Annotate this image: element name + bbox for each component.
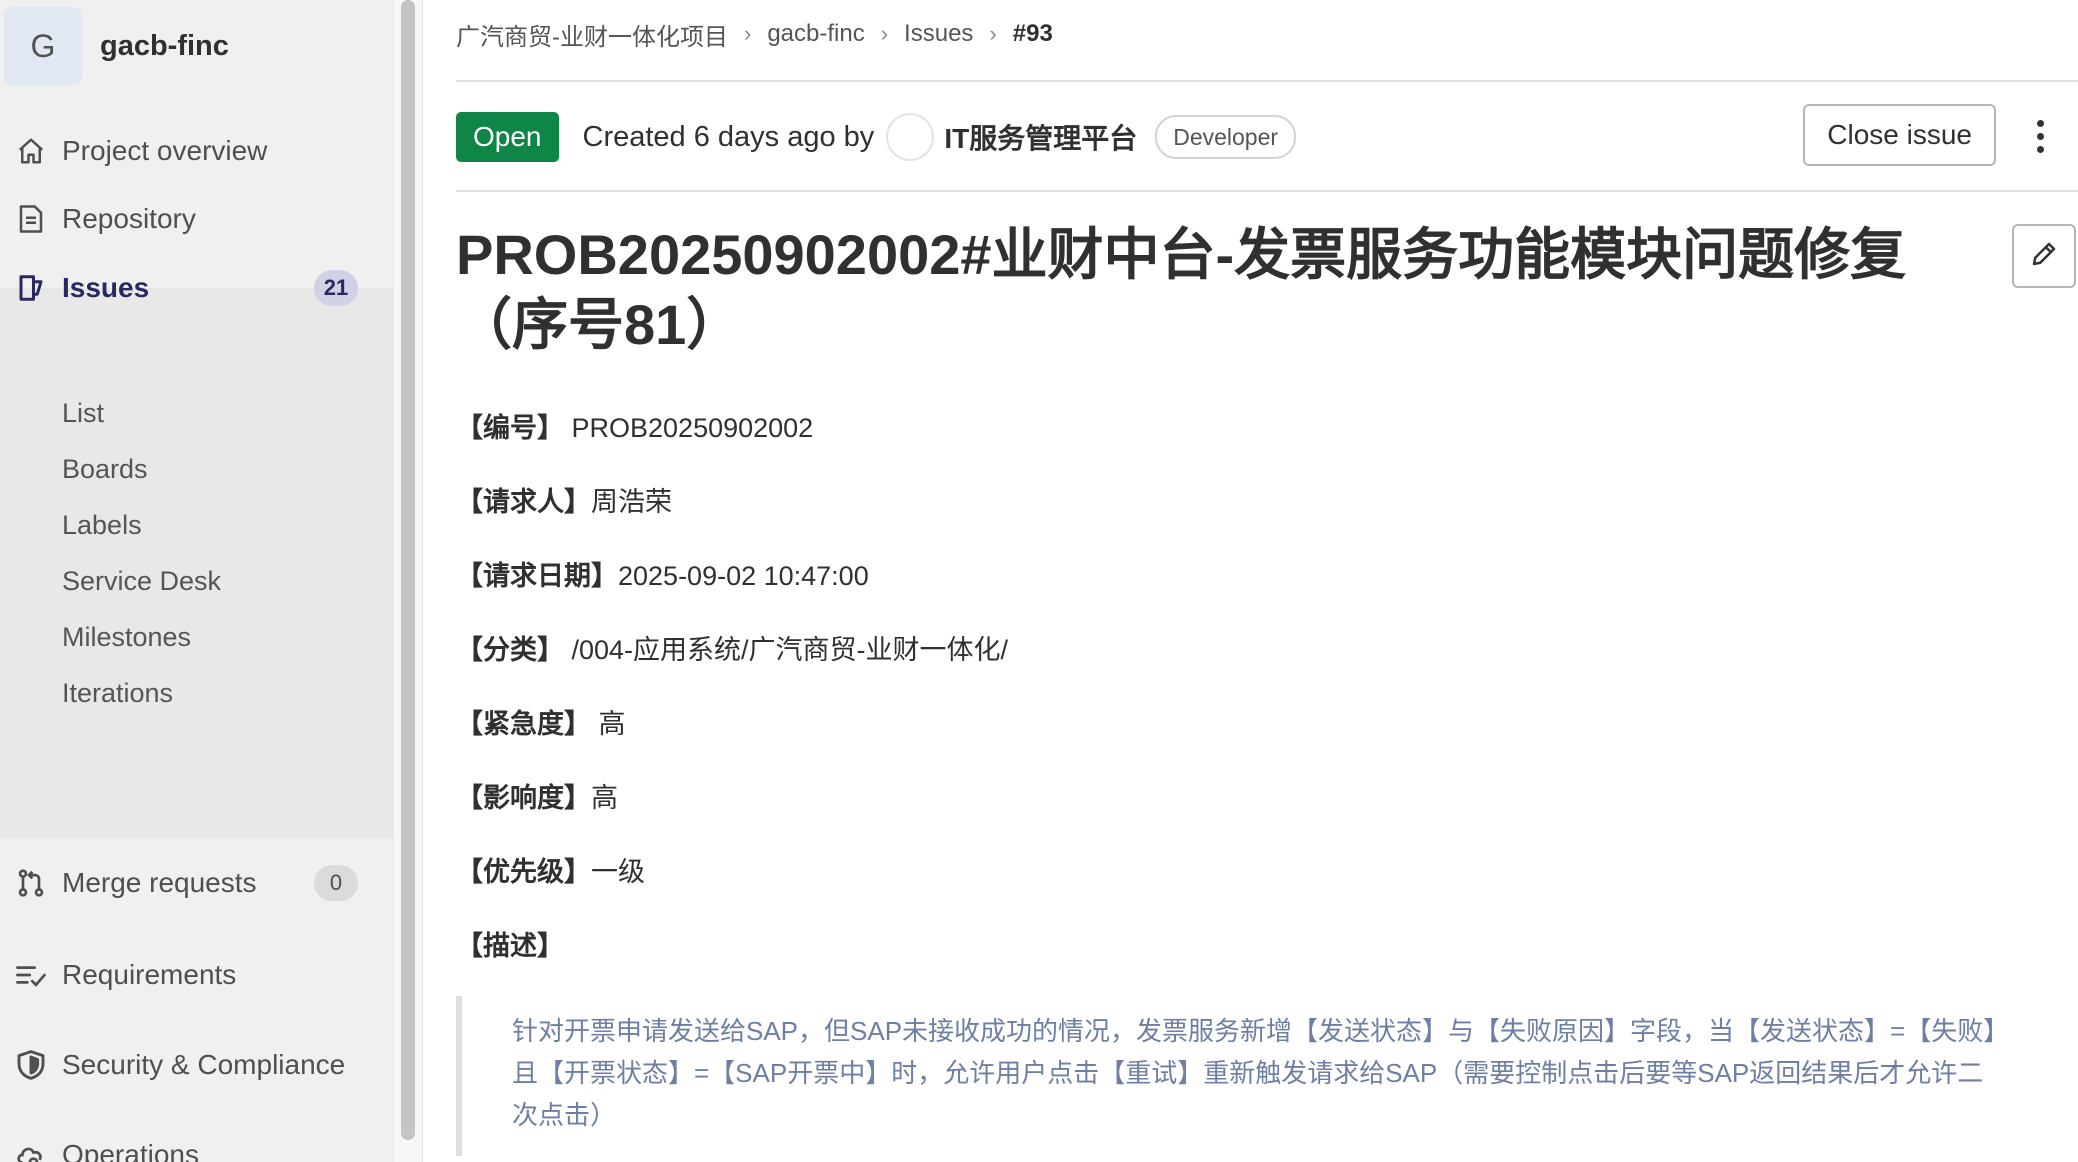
field-key: 【请求人】 xyxy=(456,487,591,517)
field-value: 高 xyxy=(591,709,626,739)
issues-group: Issues 21 List Boards Labels Service Des… xyxy=(0,270,394,838)
field-value: /004-应用系统/广汽商贸-业财一体化/ xyxy=(564,635,1009,665)
field-request-date: 【请求日期】2025-09-02 10:47:00 xyxy=(456,554,869,593)
breadcrumb-project-group[interactable]: 广汽商贸-业财一体化项目 xyxy=(456,17,728,52)
sidebar-scrollbar-thumb[interactable] xyxy=(401,0,415,1140)
description-blockquote: 针对开票申请发送给SAP，但SAP未接收成功的情况，发票服务新增【发送状态】与【… xyxy=(456,996,2027,1156)
breadcrumb-issues[interactable]: Issues xyxy=(904,20,973,48)
author-name[interactable]: IT服务管理平台 xyxy=(944,117,1137,157)
field-requester: 【请求人】周浩荣 xyxy=(456,480,672,519)
field-key: 【请求日期】 xyxy=(456,561,618,591)
field-value: 高 xyxy=(591,783,618,813)
sidebar-scrollbar[interactable] xyxy=(394,0,423,1162)
sidebar-item-security-compliance[interactable]: Security & Compliance xyxy=(0,1022,394,1108)
sidebar-subitem-labels[interactable]: Labels xyxy=(62,510,142,541)
sidebar-subitem-list[interactable]: List xyxy=(62,398,104,429)
divider xyxy=(456,190,2078,192)
breadcrumb-current-issue[interactable]: #93 xyxy=(1013,20,1053,48)
issue-main: 广汽商贸-业财一体化项目 › gacb-finc › Issues › #93 … xyxy=(456,0,2078,1162)
field-key: 【分类】 xyxy=(456,635,564,665)
sidebar-item-requirements[interactable]: Requirements xyxy=(0,932,394,1018)
edit-title-button[interactable] xyxy=(2012,224,2076,288)
field-number: 【编号】 PROB20250902002 xyxy=(456,406,813,445)
author-avatar[interactable] xyxy=(886,113,935,161)
sidebar-item-label: Project overview xyxy=(62,135,268,166)
field-value: 2025-09-02 10:47:00 xyxy=(618,561,869,591)
project-context[interactable]: G gacb-finc xyxy=(0,0,394,92)
document-icon xyxy=(14,202,48,236)
divider xyxy=(456,80,2078,82)
field-category: 【分类】 /004-应用系统/广汽商贸-业财一体化/ xyxy=(456,628,1008,667)
description-text: 针对开票申请发送给SAP，但SAP未接收成功的情况，发票服务新增【发送状态】与【… xyxy=(512,1016,1997,1130)
issue-title: PROB20250902002#业财中台-发票服务功能模块问题修复（序号81） xyxy=(456,223,1907,356)
sidebar-item-label: Operations xyxy=(62,1139,199,1162)
status-badge: Open xyxy=(456,112,559,162)
sidebar-subitem-service-desk[interactable]: Service Desk xyxy=(62,566,221,597)
field-value: 周浩荣 xyxy=(591,487,672,517)
field-value: 一级 xyxy=(591,857,645,887)
merge-requests-count-badge: 0 xyxy=(314,865,358,901)
field-key: 【紧急度】 xyxy=(456,709,591,739)
sidebar-item-operations[interactable]: Operations xyxy=(0,1112,394,1162)
issue-header: Open Created 6 days ago by IT服务管理平台 Deve… xyxy=(456,100,2078,174)
breadcrumb-project[interactable]: gacb-finc xyxy=(767,20,864,48)
issues-count-badge: 21 xyxy=(314,270,358,306)
field-description-heading: 【描述】 xyxy=(456,924,564,963)
chevron-right-icon: › xyxy=(989,21,997,46)
cloud-gear-icon xyxy=(14,1138,48,1162)
issues-icon xyxy=(14,271,48,305)
sidebar-subitem-iterations[interactable]: Iterations xyxy=(62,678,173,709)
requirements-icon xyxy=(14,958,48,992)
field-key: 【影响度】 xyxy=(456,783,591,813)
home-icon xyxy=(14,134,48,168)
sidebar: G gacb-finc Project overview Repository … xyxy=(0,0,395,1162)
field-key: 【编号】 xyxy=(456,413,564,443)
field-key: 【描述】 xyxy=(456,931,564,961)
field-key: 【优先级】 xyxy=(456,857,591,887)
sidebar-item-label: Merge requests xyxy=(62,867,257,898)
sidebar-item-label: Requirements xyxy=(62,959,237,990)
sidebar-item-label: Issues xyxy=(62,272,150,303)
sidebar-item-label: Security & Compliance xyxy=(62,1049,346,1080)
sidebar-item-issues[interactable]: Issues 21 xyxy=(0,250,394,326)
project-avatar: G xyxy=(4,7,82,85)
sidebar-subitem-boards[interactable]: Boards xyxy=(62,454,148,485)
field-impact: 【影响度】高 xyxy=(456,776,618,815)
chevron-right-icon: › xyxy=(880,21,889,46)
breadcrumb: 广汽商贸-业财一体化项目 › gacb-finc › Issues › #93 xyxy=(456,16,1053,52)
pencil-icon xyxy=(2029,239,2059,274)
more-actions-icon[interactable] xyxy=(2020,110,2060,162)
field-value: PROB20250902002 xyxy=(564,413,814,443)
merge-request-icon xyxy=(14,866,48,900)
shield-icon xyxy=(14,1048,48,1082)
sidebar-item-merge-requests[interactable]: Merge requests 0 xyxy=(0,840,394,926)
sidebar-subitem-milestones[interactable]: Milestones xyxy=(62,622,191,653)
project-name: gacb-finc xyxy=(100,29,229,62)
author-role-badge: Developer xyxy=(1155,115,1297,159)
sidebar-item-label: Repository xyxy=(62,203,196,234)
created-text: Created 6 days ago by xyxy=(582,120,875,153)
field-urgency: 【紧急度】 高 xyxy=(456,702,626,741)
close-issue-button[interactable]: Close issue xyxy=(1803,104,1996,166)
field-priority: 【优先级】一级 xyxy=(456,850,645,889)
chevron-right-icon: › xyxy=(744,21,752,46)
